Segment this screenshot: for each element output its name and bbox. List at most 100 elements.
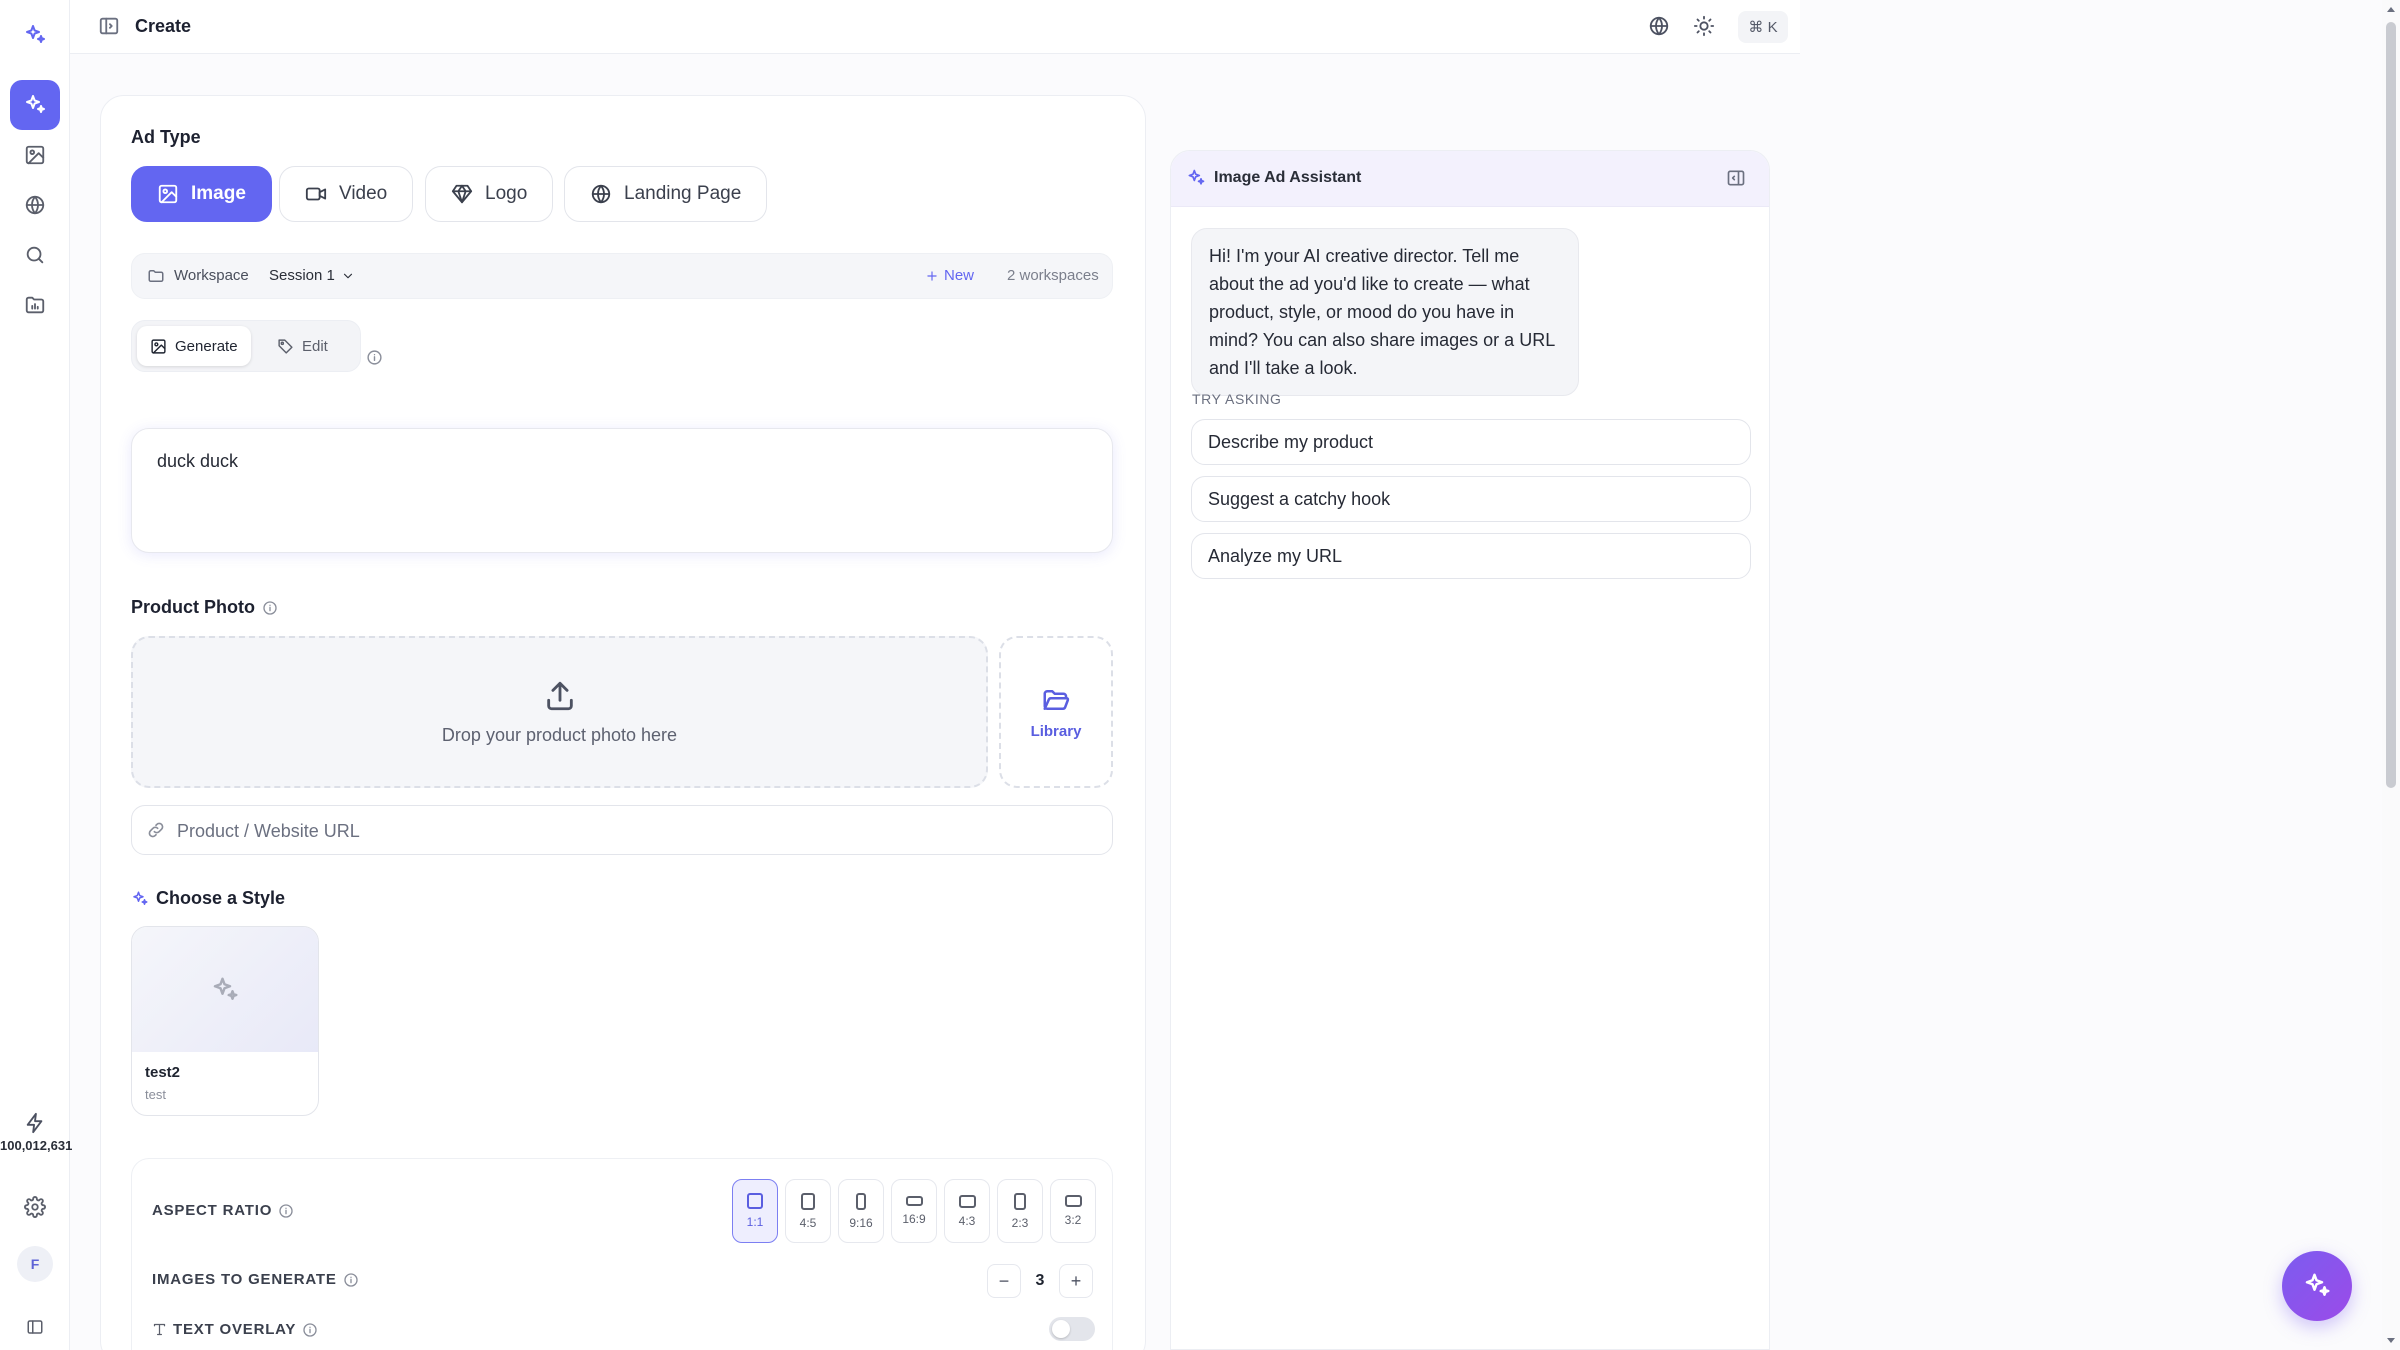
language-globe-icon[interactable]: [1648, 15, 1670, 37]
user-avatar[interactable]: F: [17, 1246, 53, 1282]
ratio-label: 4:5: [799, 1215, 817, 1230]
images-count-value[interactable]: 3: [1036, 1272, 1045, 1290]
prompt-textarea[interactable]: duck duck: [131, 428, 1113, 553]
page-scrollbar-thumb[interactable]: [2386, 22, 2396, 788]
ratio-4-5-option[interactable]: 4:5: [785, 1179, 831, 1243]
style-name: test2: [145, 1064, 181, 1081]
ad-type-logo-button[interactable]: Logo: [425, 166, 554, 222]
assistant-message: Hi! I'm your AI creative director. Tell …: [1191, 228, 1579, 396]
ratio-1-1-option[interactable]: 1:1: [732, 1179, 778, 1243]
ai-assistant-fab[interactable]: [2282, 1251, 2352, 1321]
assistant-title: Image Ad Assistant: [1214, 169, 1362, 186]
choose-style-heading: Choose a Style: [131, 888, 285, 909]
product-photo-title: Product Photo: [131, 597, 255, 617]
sparkles-placeholder-icon: [210, 975, 240, 1005]
decrement-button[interactable]: −: [987, 1264, 1021, 1298]
ad-type-video-button[interactable]: Video: [279, 166, 414, 222]
toggle-knob: [1052, 1320, 1070, 1338]
nav-globe-icon[interactable]: [10, 180, 60, 230]
images-to-generate-heading: IMAGES TO GENERATE: [152, 1271, 359, 1288]
theme-sun-icon[interactable]: [1693, 15, 1715, 37]
text-overlay-heading: TEXT OVERLAY: [152, 1321, 318, 1338]
mode-generate-tab[interactable]: Generate: [137, 326, 251, 366]
app-logo-sparkles-icon[interactable]: [10, 10, 60, 60]
mode-edit-label: Edit: [302, 337, 328, 355]
panel-collapse-icon[interactable]: [1726, 168, 1746, 188]
workspace-count[interactable]: 2 workspaces: [1007, 267, 1099, 284]
images-count-stepper: − 3 +: [987, 1263, 1093, 1299]
session-dropdown[interactable]: Session 1: [269, 267, 355, 284]
mode-edit-tab[interactable]: Edit: [264, 326, 341, 366]
assistant-header: Image Ad Assistant: [1171, 151, 1769, 207]
command-palette-shortcut[interactable]: ⌘ K: [1738, 11, 1788, 43]
nav-create-sparkles-icon[interactable]: [10, 80, 60, 130]
product-photo-heading: Product Photo: [131, 597, 278, 618]
left-rail: 100,012,631 F: [0, 0, 73, 1350]
ratio-4-3-option[interactable]: 4:3: [944, 1179, 990, 1243]
ad-type-image-label: Image: [191, 183, 246, 204]
ratio-2-3-option[interactable]: 2:3: [997, 1179, 1043, 1243]
tall-shape-icon: [856, 1192, 866, 1210]
upload-icon: [543, 679, 577, 713]
ratio-label: 2:3: [1011, 1215, 1029, 1230]
square-shape-icon: [747, 1193, 763, 1209]
sidebar-collapse-icon[interactable]: [10, 1302, 60, 1350]
increment-button[interactable]: +: [1059, 1264, 1093, 1298]
text-overlay-info-icon[interactable]: [302, 1322, 318, 1338]
ratio-9-16-option[interactable]: 9:16: [838, 1179, 884, 1243]
product-photo-info-icon[interactable]: [262, 600, 278, 616]
credits-balance[interactable]: 100,012,631: [0, 1112, 73, 1153]
aspect-ratio-label: ASPECT RATIO: [152, 1202, 273, 1219]
ratio-label: 4:3: [958, 1213, 976, 1228]
portrait-shape-icon: [1014, 1192, 1026, 1210]
new-workspace-button[interactable]: New: [925, 267, 974, 284]
suggestion-chip[interactable]: Analyze my URL: [1191, 533, 1751, 579]
new-workspace-label: New: [944, 267, 975, 284]
text-type-icon: [152, 1322, 167, 1337]
dropzone-text: Drop your product photo here: [441, 724, 678, 745]
product-photo-dropzone[interactable]: Drop your product photo here: [131, 636, 988, 788]
aspect-ratio-options: 1:1 4:5 9:16 16:9 4:3 2:3 3:2: [732, 1179, 1096, 1243]
image-ad-assistant-panel: Image Ad Assistant Hi! I'm your AI creat…: [1170, 150, 1770, 1350]
aspect-ratio-info-icon[interactable]: [278, 1203, 294, 1219]
scroll-down-arrow-icon[interactable]: [2385, 1334, 2397, 1346]
suggestion-chip[interactable]: Describe my product: [1191, 419, 1751, 465]
ratio-label: 9:16: [849, 1215, 873, 1230]
ratio-3-2-option[interactable]: 3:2: [1050, 1179, 1096, 1243]
sparkles-icon: [131, 890, 149, 908]
image-icon: [150, 338, 167, 355]
ad-type-title: Ad Type: [131, 127, 201, 147]
sparkles-icon: [2302, 1271, 2332, 1301]
style-subtitle: test: [145, 1087, 166, 1102]
style-card[interactable]: test2 test: [131, 926, 319, 1116]
library-button[interactable]: Library: [999, 636, 1113, 788]
nav-gallery-image-icon[interactable]: [10, 130, 60, 180]
nav-search-icon[interactable]: [10, 230, 60, 280]
mode-segmented-control: Generate Edit: [131, 320, 361, 372]
suggestion-chip[interactable]: Suggest a catchy hook: [1191, 476, 1751, 522]
globe-icon: [590, 183, 612, 205]
choose-style-title: Choose a Style: [156, 888, 286, 908]
product-url-field[interactable]: [131, 805, 1113, 855]
product-url-input[interactable]: [177, 816, 1077, 846]
ad-type-image-button[interactable]: Image: [131, 166, 272, 222]
landscape-shape-icon: [1064, 1195, 1082, 1207]
lightning-bolt-icon: [24, 1112, 46, 1134]
ad-type-landing-page-button[interactable]: Landing Page: [564, 166, 768, 222]
text-overlay-toggle[interactable]: [1049, 1317, 1095, 1341]
ratio-16-9-option[interactable]: 16:9: [891, 1179, 937, 1243]
images-info-icon[interactable]: [343, 1272, 359, 1288]
ratio-label: 3:2: [1064, 1213, 1082, 1227]
settings-gear-icon[interactable]: [10, 1182, 60, 1232]
nav-folder-chart-icon[interactable]: [10, 280, 60, 330]
page-title: Create: [135, 16, 192, 36]
panel-toggle-icon[interactable]: [98, 15, 120, 37]
mode-info-icon[interactable]: [366, 349, 383, 366]
credits-amount: 100,012,631: [0, 1138, 73, 1153]
landscape-shape-icon: [958, 1194, 976, 1208]
top-bar: Create ⌘ K: [70, 0, 1800, 54]
scroll-up-arrow-icon[interactable]: [2385, 4, 2397, 16]
plus-icon: [925, 269, 939, 283]
chevron-down-icon: [341, 269, 355, 283]
generation-settings: ASPECT RATIO 1:1 4:5 9:16 16:9 4:3 2:3 3…: [131, 1158, 1113, 1350]
